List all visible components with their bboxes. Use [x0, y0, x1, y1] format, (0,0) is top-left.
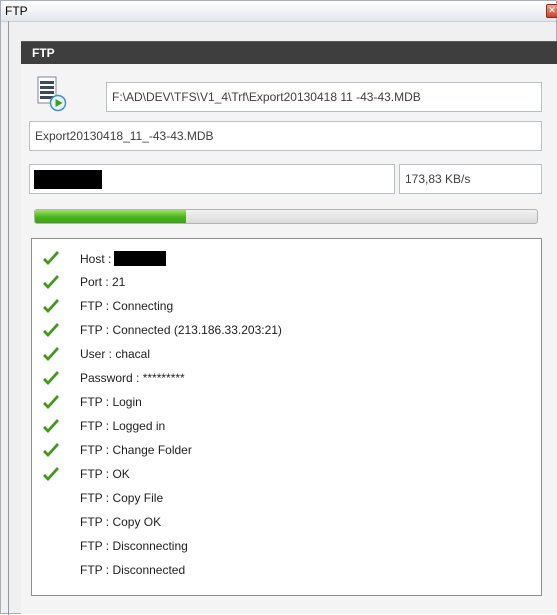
log-entry: Password : *********: [32, 367, 541, 391]
log-entry-text: FTP : Copy OK: [80, 515, 162, 529]
progress-fill: [35, 210, 186, 223]
log-entry-text: Port : 21: [80, 275, 126, 289]
log-entry-text: FTP : Connecting: [80, 299, 174, 313]
log-entry: FTP : Login: [32, 391, 541, 415]
log-entry: FTP : Disconnected: [32, 559, 541, 583]
log-entry-text: FTP : OK: [80, 467, 130, 481]
log-entry-text: Password : *********: [80, 371, 185, 385]
log-entry-text: FTP : Change Folder: [80, 443, 192, 457]
log-entry: FTP : Disconnecting: [32, 535, 541, 559]
checkmark-icon: [43, 443, 59, 457]
log-entry: Host :: [32, 247, 541, 271]
log-list[interactable]: Host : Port : 21 FTP : Connecting FTP : Con…: [31, 238, 542, 596]
log-entry-text: User : chacal: [80, 347, 151, 361]
file-name-field[interactable]: Export20130418_11_-43-43.MDB: [29, 121, 542, 151]
log-entry: FTP : Copy OK: [32, 511, 541, 535]
log-entry: FTP : Copy File: [32, 487, 541, 511]
log-entry: FTP : Connecting: [32, 295, 541, 319]
log-entry-text: FTP : Login: [80, 395, 142, 409]
redacted-host: [114, 251, 167, 266]
panel-header: FTP: [21, 41, 557, 64]
checkmark-icon: [43, 395, 59, 409]
checkmark-icon: [43, 251, 59, 265]
checkmark-icon: [43, 323, 59, 337]
checkmark-icon: [43, 347, 59, 361]
file-transfer-icon: [37, 76, 67, 112]
checkmark-icon: [43, 419, 59, 433]
checkmark-icon: [43, 299, 59, 313]
log-entry: FTP : Logged in: [32, 415, 541, 439]
log-entry: FTP : Connected (213.186.33.203:21): [32, 319, 541, 343]
log-entry-text: FTP : Disconnecting: [80, 539, 188, 553]
log-entry-text: FTP : Disconnected: [80, 563, 186, 577]
log-entry: FTP : OK: [32, 463, 541, 487]
checkmark-icon: [43, 275, 59, 289]
window-title: FTP: [5, 4, 28, 18]
checkmark-icon: [43, 467, 59, 481]
title-bar[interactable]: FTP ✕: [1, 1, 557, 22]
transfer-progress-bar: [34, 209, 538, 224]
redacted-status: [34, 170, 102, 189]
close-icon[interactable]: ✕: [546, 4, 557, 18]
remote-path-field[interactable]: F:\AD\DEV\TFS\V1_4\Trf\Export20130418 11…: [106, 82, 542, 112]
log-entry: User : chacal: [32, 343, 541, 367]
log-entry-text: FTP : Connected (213.186.33.203:21): [80, 323, 282, 337]
log-entry-text: FTP : Logged in: [80, 419, 166, 433]
status-field[interactable]: [29, 164, 395, 194]
log-entry: FTP : Change Folder: [32, 439, 541, 463]
log-entry-text: FTP : Copy File: [80, 491, 164, 505]
speed-field[interactable]: 173,83 KB/s: [399, 164, 542, 194]
log-entry-text: Host :: [80, 251, 167, 266]
checkmark-icon: [43, 371, 59, 385]
panel-title: FTP: [32, 46, 55, 60]
log-entry: Port : 21: [32, 271, 541, 295]
window-inner-border: [8, 21, 9, 615]
